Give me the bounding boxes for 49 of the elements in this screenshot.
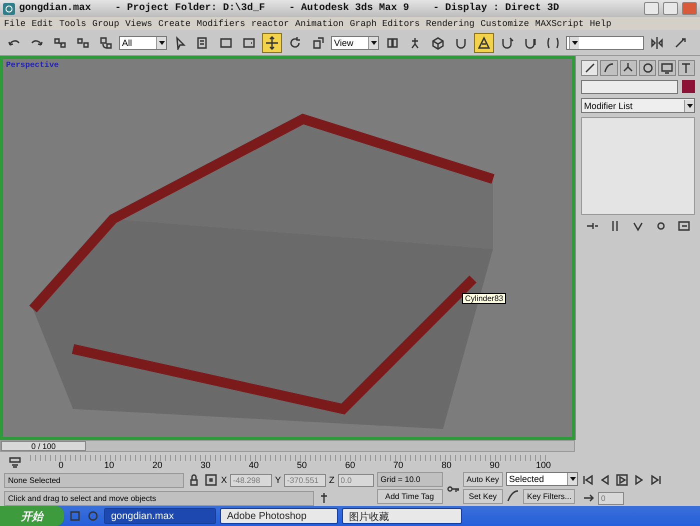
menu-item[interactable]: Help <box>590 18 612 28</box>
go-to-end-icon[interactable] <box>649 473 663 487</box>
app-icon <box>3 2 15 14</box>
x-label: X <box>221 475 228 485</box>
viewport[interactable]: Perspective Cylinder83 <box>0 56 575 440</box>
set-key-button[interactable]: Set Key <box>462 489 503 504</box>
menu-item[interactable]: reactor <box>251 18 290 28</box>
name-field[interactable] <box>581 80 678 94</box>
track-bar[interactable]: 0 10 20 30 40 50 60 70 80 90 100 <box>30 454 550 470</box>
menu-item[interactable]: Rendering <box>426 18 475 28</box>
menu-item[interactable]: MAXScript <box>535 18 584 28</box>
z-label: Z <box>329 475 335 485</box>
start-button[interactable]: 开始 <box>0 506 64 526</box>
add-time-tag-button[interactable]: Add Time Tag <box>376 489 443 504</box>
menu-item[interactable]: Tools <box>59 18 86 28</box>
play-icon[interactable] <box>615 473 629 487</box>
toolbar-dropdown[interactable] <box>566 36 644 50</box>
toolbar-dropdown[interactable]: All <box>119 36 167 50</box>
grid-status: Grid = 10.0 <box>376 472 443 487</box>
toolbar-dropdown[interactable]: View <box>331 36 379 50</box>
menu-item[interactable]: Views <box>125 18 152 28</box>
y-label: Y <box>275 475 282 485</box>
quick-launch-icon[interactable] <box>86 509 100 523</box>
color-swatch[interactable] <box>682 80 695 93</box>
window-title: gongdian.max - Project Folder: D:\3d_F - Autodesk 3ds Max 9 - Display : Direct 3D <box>19 3 560 14</box>
restore-button[interactable] <box>663 2 678 15</box>
menu-item[interactable]: Modifiers <box>196 18 246 28</box>
menu-item[interactable]: Create <box>158 18 191 28</box>
selection-status: None Selected <box>4 472 184 488</box>
taskbar-task[interactable]: gongdian.max <box>104 508 216 524</box>
tangent-icon[interactable] <box>506 489 520 503</box>
menu-item[interactable]: Group <box>92 18 120 28</box>
viewport-label: Perspective <box>6 61 59 70</box>
quick-launch-icon[interactable] <box>68 509 82 523</box>
menu-item[interactable]: File <box>4 18 26 28</box>
taskbar-task[interactable]: Adobe Photoshop <box>220 508 338 524</box>
menu-item[interactable]: Animation <box>295 18 344 28</box>
key-mode-dropdown[interactable]: Selected <box>506 472 578 486</box>
minimize-button[interactable] <box>644 2 659 15</box>
menu-item[interactable]: Edit <box>32 18 54 28</box>
menu-item[interactable]: Customize <box>480 18 530 28</box>
menu-item[interactable]: Graph Editors <box>350 18 420 28</box>
taskbar-task[interactable]: 图片收藏 <box>342 508 462 524</box>
auto-key-button[interactable]: Auto Key <box>462 472 503 487</box>
tooltip: Cylinder83 <box>462 293 506 304</box>
modifier-list-dropdown[interactable]: Modifier List <box>581 98 695 113</box>
go-to-start-icon[interactable] <box>581 473 595 487</box>
key-filters-button[interactable]: Key Filters... <box>523 488 576 504</box>
time-slider-thumb[interactable]: 0 / 100 <box>1 441 86 451</box>
